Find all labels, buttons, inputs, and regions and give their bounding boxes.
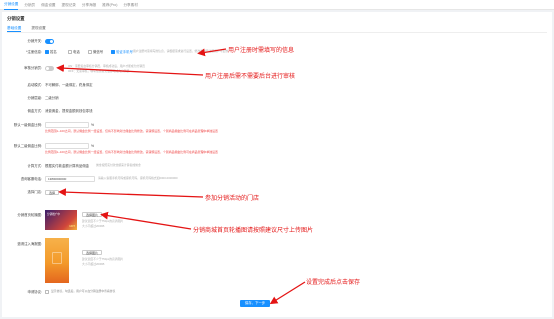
banner-thumbnail: 分销推广中 HOT <box>45 210 77 230</box>
first-commission-label: 默认一级佣金比例: <box>13 123 42 127</box>
level-label: 分销层级: <box>27 96 42 100</box>
agreement-checkbox[interactable] <box>45 290 49 294</box>
subtab-withdraw[interactable]: 提现设置 <box>31 25 45 32</box>
mode-value: 不可解绑，一级绑定，终身绑定 <box>45 83 93 87</box>
reg-wechat-checkbox[interactable] <box>88 50 92 54</box>
phone-hint: 请输入客服手机号码或座机号码，座机号码格式如0000-0000000 <box>98 176 178 181</box>
reg-info-hint: 用户注册时需填写的信息，请根据需求进行设置，修改后对已注册用户不生效 <box>133 49 229 54</box>
reg-verify-checkbox[interactable] <box>111 50 115 54</box>
tab-distribution-settings[interactable]: 分销设置 <box>4 0 19 10</box>
banner-select-button[interactable]: 选择图片 <box>82 212 102 217</box>
agreement-text: 显示协议，勾选后，用户可以在分销注册中查看协议 <box>51 289 116 294</box>
first-commission-unit: % <box>91 123 95 127</box>
reg-wechat-label: 微信号 <box>93 50 104 54</box>
poster-thumbnail <box>45 238 69 283</box>
second-commission-label: 默认二级佣金比例: <box>13 144 42 148</box>
poster-hint-2: 大小不超过200KB <box>82 262 105 266</box>
select-stores-button[interactable]: 选择 <box>45 189 59 195</box>
save-next-button[interactable]: 保存，下一步 <box>240 300 270 307</box>
audit-hint-off: OFF：无需审核，填写信息提交后即可成为分销员 <box>68 69 130 73</box>
banner-tag-2: HOT <box>69 225 75 228</box>
tab-distributors[interactable]: 分销员 <box>24 0 35 10</box>
first-commission-input[interactable] <box>45 122 89 128</box>
calc-value: 根据实付款金额计算商品佣金 <box>45 164 90 168</box>
open-label: 分销开关: <box>27 39 42 43</box>
banner-hint-2: 大小不超过200KB <box>82 224 105 228</box>
tab-withdraw-records[interactable]: 提现记录 <box>62 0 76 10</box>
rebate-label: 佣金方式: <box>27 109 42 113</box>
calc-hint: 佣金按照实付款金额来计算提成佣金 <box>96 163 141 168</box>
first-commission-warning: 比例范围1~100之间，默认佣金比例一经设置，仅将不影响对比佣金比例修改，需谨慎… <box>45 129 218 133</box>
poster-label: 邀请注入海报图: <box>17 242 42 246</box>
reg-phone-checkbox[interactable] <box>68 50 72 54</box>
annotation-save: 设置完成后点击保存 <box>306 280 361 286</box>
tab-share-poster[interactable]: 分享海报 <box>82 0 96 10</box>
annotation-audit: 用户注册后需不需要后台进行审核 <box>205 74 296 80</box>
poster-select-button[interactable]: 选择图片 <box>82 250 102 255</box>
subtab-basic[interactable]: 基础设置 <box>7 25 22 32</box>
subtab-bar: 基础设置 提现设置 <box>7 25 547 33</box>
annotation-stores: 参加分销活动的门店 <box>205 196 260 202</box>
audit-switch[interactable] <box>45 66 54 71</box>
phone-label: 咨询客服电话: <box>20 177 42 181</box>
open-switch[interactable] <box>45 39 54 44</box>
second-commission-warning: 比例范围1~100之间，默认佣金比例一经设置，仅将不影响对比佣金比例修改，需谨慎… <box>45 150 218 154</box>
reg-info-label: *注册信息: <box>26 50 42 54</box>
level-value: 二级分销 <box>45 96 59 100</box>
audit-label: 审核分销员: <box>24 66 42 70</box>
banner-label: 分销首页轮播图: <box>17 213 42 217</box>
reg-name-checkbox[interactable] <box>45 50 49 54</box>
poster-frame <box>52 252 62 264</box>
reg-phone-label: 电话 <box>73 50 80 54</box>
page-title: 分销设置 <box>7 16 25 21</box>
phone-input[interactable]: 13800000000 <box>45 176 95 182</box>
rebate-value: 消费佣金，提现金额到钱包零钱 <box>45 109 93 113</box>
second-commission-unit: % <box>91 144 95 148</box>
stores-label: 选择门店: <box>27 190 42 194</box>
calc-label: 计算方式: <box>27 164 42 168</box>
agreement-label: 申请协议: <box>27 290 42 294</box>
mode-label: 启动模式: <box>27 83 42 87</box>
top-navigation: 分销设置 分销员 佣金设置 提现记录 分享海报 推荐(Pro) 分享素材 <box>0 0 554 10</box>
reg-name-label: 姓名 <box>50 50 57 54</box>
banner-tag-1: 分销推广中 <box>47 213 60 216</box>
annotation-reg-info: 用户注册时需填写的信息 <box>228 48 295 54</box>
reg-verify-label: 验证手机号 <box>116 50 133 54</box>
annotation-banner: 分销商城首页轮播图请按照建议尺寸上传图片 <box>193 228 314 234</box>
tab-commission-settings[interactable]: 佣金设置 <box>41 0 55 10</box>
tab-share-material[interactable]: 分享素材 <box>123 0 137 10</box>
second-commission-input[interactable] <box>45 143 89 149</box>
tab-recommend-pro[interactable]: 推荐(Pro) <box>102 0 117 10</box>
